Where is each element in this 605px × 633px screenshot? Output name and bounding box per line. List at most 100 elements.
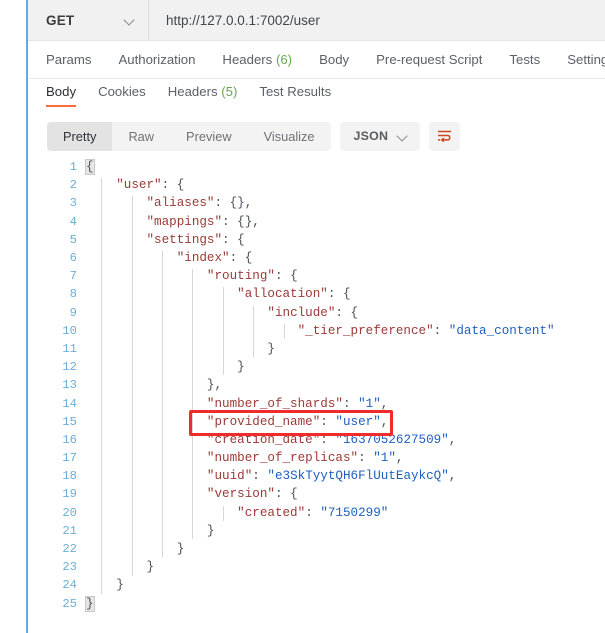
- json-key: "settings": [146, 233, 222, 247]
- json-key: "number_of_shards": [207, 397, 343, 411]
- request-url-input[interactable]: http://127.0.0.1:7002/user: [149, 0, 605, 40]
- line-number: 7: [28, 269, 86, 283]
- line-number: 12: [28, 360, 86, 374]
- json-punctuation: : {},: [222, 215, 260, 229]
- wrap-text-icon: [437, 129, 452, 143]
- code-indent: [86, 506, 237, 520]
- json-punctuation: ,: [396, 451, 404, 465]
- json-key: "index": [177, 251, 230, 265]
- line-number: 19: [28, 487, 86, 501]
- json-string-value: "user": [335, 415, 380, 429]
- response-tab-label: Test Results: [259, 84, 331, 99]
- line-number: 13: [28, 378, 86, 392]
- line-number: 16: [28, 433, 86, 447]
- view-mode-pretty[interactable]: Pretty: [47, 122, 112, 151]
- json-key: "routing": [207, 269, 275, 283]
- response-tab-body[interactable]: Body: [46, 84, 76, 107]
- line-number: 18: [28, 469, 86, 483]
- json-punctuation: :: [358, 451, 373, 465]
- code-indent: [86, 415, 207, 429]
- json-string-value: "1": [358, 397, 381, 411]
- view-mode-raw[interactable]: Raw: [112, 122, 170, 151]
- request-tab-pre-request-script[interactable]: Pre-request Script: [376, 52, 482, 67]
- request-tab-label: Pre-request Script: [376, 52, 482, 67]
- request-url-text: http://127.0.0.1:7002/user: [166, 13, 320, 28]
- code-indent: [86, 196, 146, 210]
- code-line-text: {: [86, 160, 605, 174]
- line-number: 1: [28, 160, 86, 174]
- code-line-text: "number_of_shards": "1",: [86, 397, 605, 411]
- code-line: 2 "user": {: [28, 176, 605, 194]
- code-line: 4 "mappings": {},: [28, 213, 605, 231]
- code-line-text: "include": {: [86, 306, 605, 320]
- code-line: 21 }: [28, 522, 605, 540]
- view-mode-label: Visualize: [264, 129, 315, 144]
- code-line: 19 "version": {: [28, 485, 605, 503]
- line-number: 22: [28, 542, 86, 556]
- json-string-value: "1": [373, 451, 396, 465]
- code-indent: [86, 178, 116, 192]
- code-indent: [86, 469, 207, 483]
- code-line: 12 }: [28, 358, 605, 376]
- json-key: "provided_name": [207, 415, 320, 429]
- json-punctuation: :: [434, 324, 449, 338]
- request-tab-label: Settings: [567, 52, 605, 67]
- code-line: 22 }: [28, 540, 605, 558]
- line-number: 14: [28, 397, 86, 411]
- postman-response-panel: GET http://127.0.0.1:7002/user Params Aut…: [0, 0, 605, 633]
- request-tab-params[interactable]: Params: [46, 52, 91, 67]
- request-tab-count: (6): [272, 52, 292, 67]
- request-tab-authorization[interactable]: Authorization: [118, 52, 195, 67]
- http-method-dropdown[interactable]: GET: [28, 0, 149, 40]
- response-tab-label: Cookies: [98, 84, 146, 99]
- code-line: 23 }: [28, 558, 605, 576]
- json-punctuation: : {: [222, 233, 245, 247]
- request-tab-label: Tests: [509, 52, 540, 67]
- code-indent: [86, 378, 207, 392]
- code-indent: [86, 451, 207, 465]
- request-tab-settings[interactable]: Settings: [567, 52, 605, 67]
- code-line-text: "routing": {: [86, 269, 605, 283]
- code-indent: [86, 360, 237, 374]
- response-body-code-viewer[interactable]: 1{2 "user": {3 "aliases": {},4 "mappings…: [28, 158, 605, 633]
- response-view-mode-group: PrettyRawPreview Visualize: [47, 122, 331, 151]
- line-number: 21: [28, 524, 86, 538]
- code-indent: [86, 578, 116, 592]
- request-tab-body[interactable]: Body: [319, 52, 349, 67]
- request-url-bar: GET http://127.0.0.1:7002/user: [28, 0, 605, 41]
- json-key: "aliases": [146, 196, 214, 210]
- json-punctuation: ,: [449, 433, 457, 447]
- line-number: 11: [28, 342, 86, 356]
- chevron-down-icon: [397, 131, 408, 142]
- json-key: "include": [267, 306, 335, 320]
- view-mode-preview[interactable]: Preview: [170, 122, 248, 151]
- response-tab-label: Headers: [168, 84, 218, 99]
- request-tab-headers[interactable]: Headers (6): [222, 52, 292, 67]
- request-tab-bar: Params Authorization Headers (6) Body Pre-re…: [28, 41, 605, 79]
- response-tab-cookies[interactable]: Cookies: [98, 84, 146, 107]
- request-tab-tests[interactable]: Tests: [509, 52, 540, 67]
- json-punctuation: : {: [162, 178, 185, 192]
- json-punctuation: : {},: [215, 196, 253, 210]
- code-line-text: "_tier_preference": "data_content": [86, 324, 605, 338]
- json-string-value: "data_content": [449, 324, 555, 338]
- code-indent: [86, 560, 146, 574]
- code-line: 5 "settings": {: [28, 231, 605, 249]
- response-tab-test-results[interactable]: Test Results: [259, 84, 331, 107]
- code-line: 6 "index": {: [28, 249, 605, 267]
- response-format-dropdown[interactable]: JSON: [340, 122, 421, 151]
- json-string-value: "7150299": [320, 506, 388, 520]
- code-indent: [86, 233, 146, 247]
- line-number: 8: [28, 287, 86, 301]
- code-line-text: "settings": {: [86, 233, 605, 247]
- code-line-text: "index": {: [86, 251, 605, 265]
- view-mode-visualize[interactable]: Visualize: [248, 122, 331, 151]
- code-line-list: 1{2 "user": {3 "aliases": {},4 "mappings…: [28, 158, 605, 613]
- line-number: 24: [28, 578, 86, 592]
- response-tab-headers[interactable]: Headers (5): [168, 84, 238, 107]
- code-line-text: }: [86, 560, 605, 574]
- code-line-text: }: [86, 542, 605, 556]
- wrap-text-button[interactable]: [429, 122, 460, 151]
- request-tab-label: Headers: [222, 52, 272, 67]
- json-punctuation: :: [343, 397, 358, 411]
